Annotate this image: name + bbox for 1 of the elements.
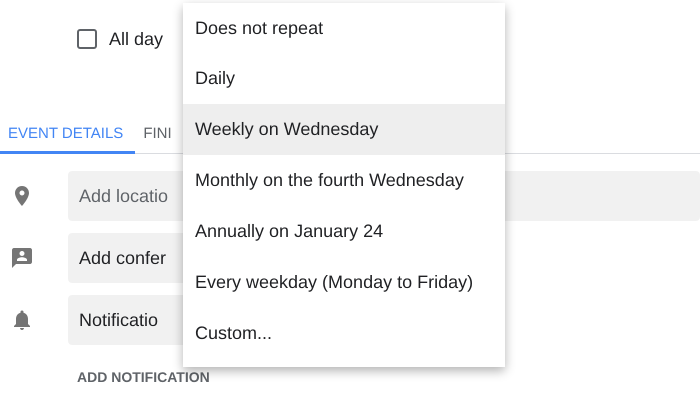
all-day-label: All day [109,28,164,50]
